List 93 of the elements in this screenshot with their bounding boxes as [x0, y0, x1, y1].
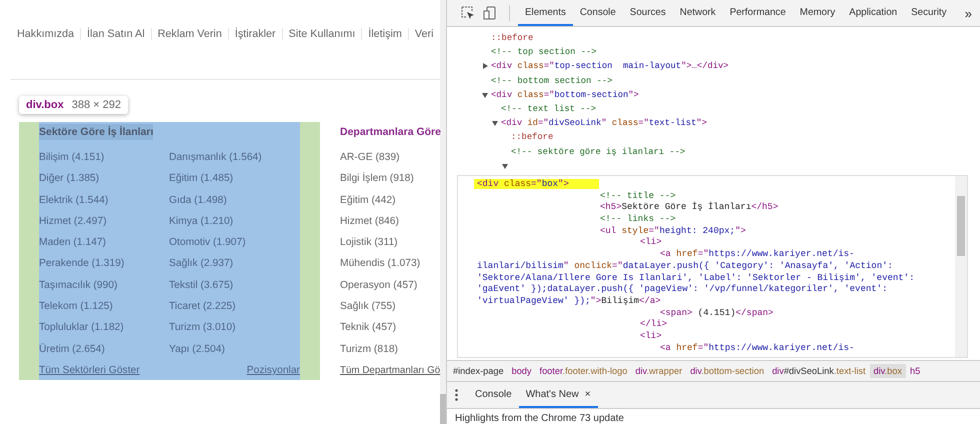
sector-link[interactable]: Sağlık (2.937) [169, 258, 299, 280]
department-link[interactable]: Bilgi İşlem (918) [340, 173, 470, 195]
source-line: <li> [640, 331, 662, 342]
sector-link[interactable]: Elektrik (1.544) [39, 194, 169, 216]
sector-link[interactable]: Kimya (1.210) [169, 216, 299, 238]
source-line: <ul style="height: 240px;"> [600, 226, 746, 236]
source-line: <!-- title --> [600, 190, 676, 201]
whats-new-text: Highlights from the Chrome 73 update [454, 412, 625, 424]
department-link[interactable]: AR-GE (839) [340, 152, 470, 174]
down-triangle-icon[interactable] [492, 120, 498, 126]
department-link[interactable]: Sağlık (755) [340, 301, 470, 322]
sector-link[interactable]: Maden (1.147) [39, 237, 169, 258]
sector-link[interactable]: Bilişim (4.151) [39, 152, 169, 174]
dom-node[interactable]: <div id="divSeoLink" class="text-list"> [501, 118, 707, 128]
sector-link[interactable]: Perakende (1.319) [39, 258, 169, 280]
sector-link[interactable]: Ticaret (2.225) [169, 301, 299, 322]
department-link[interactable]: Teknik (457) [340, 322, 470, 344]
down-triangle-icon[interactable] [502, 162, 508, 169]
down-triangle-icon[interactable] [482, 92, 488, 98]
sector-link[interactable]: Hizmet (2.497) [39, 216, 169, 238]
department-link[interactable]: Turizm (818) [340, 344, 470, 365]
source-line: <a href="https://www.kariyer.net/is- [660, 342, 854, 353]
source-line: <!-- links --> [600, 214, 676, 224]
sector-link[interactable]: Danışmanlık (1.564) [169, 152, 299, 174]
scrollbar-thumb[interactable] [440, 394, 446, 424]
breadcrumb[interactable]: h5 [906, 364, 924, 378]
nav-link[interactable]: Hakkımızda [17, 28, 80, 40]
dom-node[interactable]: <!-- text list --> [501, 104, 596, 114]
dom-node[interactable]: <!-- top section --> [491, 47, 597, 58]
section-title: Departmanlara Göre [340, 125, 442, 140]
html-editor[interactable] [457, 174, 968, 358]
drawer-tab[interactable]: Console [468, 382, 519, 408]
source-line: <a href="https://www.kariyer.net/is-ilanlari/bilisim" onclick="dataLayer.push({ 'Category': 'Anasayfa', 'Action': 'Sektore/Alana/Illere Gore Is Ilanlari', 'Label': 'Sektorler - Bilişim', 'event': 'gaEvent' });dataLayer.push({ 'pageView': '/vp/funnel/kategoriler', 'event': 'virtualPageView' });">Bilişim</a> [477, 249, 916, 306]
sector-link[interactable]: Otomotiv (1.907) [169, 237, 299, 258]
dom-node[interactable]: ::before [491, 33, 534, 43]
nav-link[interactable]: Reklam Verin [150, 28, 228, 40]
section-title: Sektöre Göre İş İlanları [39, 124, 154, 140]
breadcrumb[interactable]: #index-page [449, 364, 508, 378]
right-triangle-icon[interactable] [482, 63, 488, 70]
dom-node[interactable]: <!-- sektöre göre iş ilanları --> [511, 146, 686, 156]
nav-link[interactable]: Site Kullanımı [282, 28, 362, 40]
sector-link[interactable]: Turizm (3.010) [169, 322, 299, 344]
breadcrumb[interactable]: div.box [870, 364, 906, 378]
dom-node[interactable]: <div class="top-section main-layout">…</div> [491, 61, 729, 72]
breadcrumb[interactable]: div.bottom-section [686, 364, 768, 378]
devtools-tab[interactable]: Console [572, 0, 623, 26]
department-link[interactable]: Operasyon (457) [340, 280, 470, 302]
dom-node[interactable]: ::before [511, 132, 554, 142]
source-line: <span> (4.151)</span> [660, 308, 774, 318]
devtools-tab[interactable]: Performance [722, 0, 793, 26]
footer-link[interactable]: Pozisyonlar [246, 364, 300, 376]
menu-icon[interactable] [455, 389, 458, 401]
sector-link[interactable]: Taşımacılık (990) [39, 280, 169, 302]
more-tabs-button[interactable]: » [956, 0, 980, 26]
nav-link[interactable]: İştirakler [228, 28, 282, 40]
department-link[interactable]: Eğitim (442) [340, 194, 470, 216]
devtools-tab[interactable]: Memory [792, 0, 842, 26]
department-link[interactable]: Lojistik (311) [340, 237, 470, 258]
devtools-tab[interactable]: Sources [622, 0, 673, 26]
source-line: <h5>Sektöre Göre İş İlanları</h5> [600, 202, 778, 212]
dom-node[interactable]: <div class="bottom-section"> [491, 90, 639, 100]
sector-link[interactable]: Gıda (1.498) [169, 194, 299, 216]
device-icon[interactable] [483, 6, 497, 20]
source-line: </li> [640, 319, 668, 330]
sector-link[interactable]: Diğer (1.385) [39, 173, 169, 195]
scrollbar-thumb[interactable] [957, 196, 965, 256]
devtools-tab[interactable]: Security [904, 0, 954, 26]
sector-link[interactable]: Yapı (2.504) [169, 344, 299, 365]
tooltip-size: 388 × 292 [72, 99, 121, 111]
department-link[interactable]: Hizmet (846) [340, 216, 470, 238]
breadcrumb[interactable]: footer.footer.with-logo [536, 364, 632, 378]
nav-link[interactable]: İletişim [361, 28, 408, 40]
nav-link[interactable]: Veri [408, 28, 440, 40]
sector-link[interactable]: Topluluklar (1.182) [39, 322, 169, 344]
devtools-tab[interactable]: Network [672, 0, 723, 26]
dom-node[interactable]: <!-- bottom section --> [491, 76, 612, 86]
sector-link[interactable]: Üretim (2.654) [39, 344, 169, 365]
devtools-tab[interactable]: Elements [518, 0, 573, 26]
department-link[interactable]: Mühendis (1.073) [340, 258, 470, 280]
inspect-icon[interactable] [461, 6, 475, 20]
breadcrumb[interactable]: body [508, 364, 536, 378]
sector-link[interactable]: Telekom (1.125) [39, 301, 169, 322]
devtools-tab[interactable]: Application [842, 0, 904, 26]
breadcrumb[interactable]: div.wrapper [631, 364, 686, 378]
drawer-tab[interactable]: What's New × [518, 382, 598, 408]
nav-link[interactable]: İlan Satın Al [80, 28, 151, 40]
close-icon[interactable]: × [584, 388, 591, 400]
sector-link[interactable]: Tekstil (3.675) [169, 280, 299, 302]
sector-link[interactable]: Eğitim (1.485) [169, 173, 299, 195]
tooltip-selector: div.box [26, 99, 64, 111]
footer-link[interactable]: Tüm Sektörleri Göster [39, 364, 140, 376]
breadcrumb[interactable]: div#divSeoLink.text-list [768, 364, 870, 378]
source-line: <li> [640, 237, 662, 248]
